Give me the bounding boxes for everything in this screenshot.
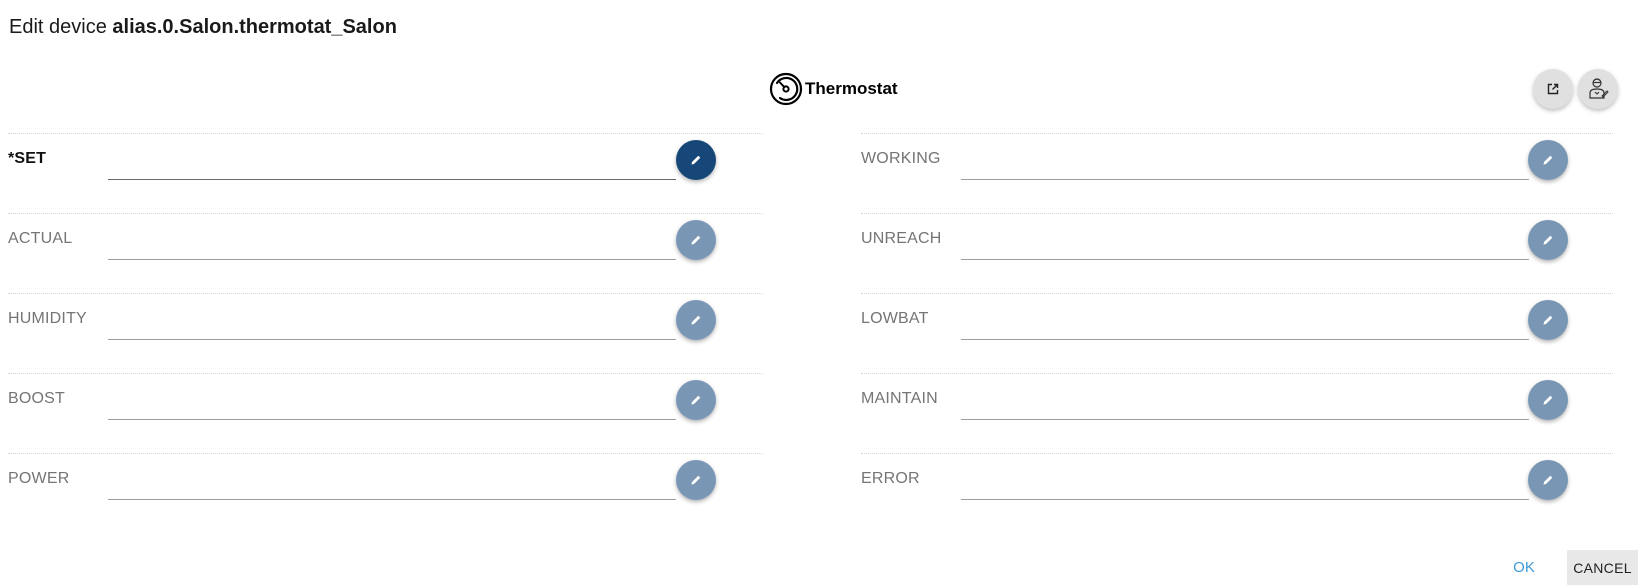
edit-state-set-button[interactable] xyxy=(676,140,716,180)
state-input-set[interactable] xyxy=(108,144,676,180)
pencil-icon xyxy=(1542,474,1554,486)
dialog-title: Edit device alias.0.Salon.thermotat_Salo… xyxy=(9,16,397,39)
state-row-actual: ACTUAL xyxy=(8,213,762,293)
pencil-icon xyxy=(1542,234,1554,246)
state-row-power: POWER xyxy=(8,453,762,533)
edit-state-boost-button[interactable] xyxy=(676,380,716,420)
cancel-button[interactable]: CANCEL xyxy=(1567,550,1638,585)
state-input-maintain[interactable] xyxy=(961,384,1529,420)
state-label-unreach: UNREACH xyxy=(861,230,942,247)
state-label-actual: ACTUAL xyxy=(8,230,73,247)
pencil-icon xyxy=(690,234,702,246)
edit-state-working-button[interactable] xyxy=(1528,140,1568,180)
open-in-new-icon xyxy=(1547,83,1559,95)
state-input-humidity[interactable] xyxy=(108,304,676,340)
edit-state-actual-button[interactable] xyxy=(676,220,716,260)
states-column-left: *SET ACTUAL HUMIDITY BOOST POWER xyxy=(8,133,762,533)
pencil-icon xyxy=(690,314,702,326)
pencil-icon xyxy=(1542,154,1554,166)
dialog-title-prefix: Edit device xyxy=(9,16,113,38)
edit-state-power-button[interactable] xyxy=(676,460,716,500)
state-label-set: *SET xyxy=(8,150,47,167)
thermostat-dial-icon xyxy=(769,72,803,106)
pencil-icon xyxy=(1542,394,1554,406)
state-label-error: ERROR xyxy=(861,470,920,487)
pencil-icon xyxy=(690,154,702,166)
state-input-unreach[interactable] xyxy=(961,224,1529,260)
state-row-humidity: HUMIDITY xyxy=(8,293,762,373)
state-label-humidity: HUMIDITY xyxy=(8,310,87,327)
state-row-unreach: UNREACH xyxy=(861,213,1613,293)
pencil-icon xyxy=(1542,314,1554,326)
ok-button[interactable]: OK xyxy=(1504,550,1544,585)
state-row-boost: BOOST xyxy=(8,373,762,453)
state-input-power[interactable] xyxy=(108,464,676,500)
device-id: alias.0.Salon.thermotat_Salon xyxy=(112,16,397,38)
state-row-working: WORKING xyxy=(861,133,1613,213)
states-column-right: WORKING UNREACH LOWBAT MAINTAIN ERROR xyxy=(861,133,1613,533)
open-in-new-button[interactable] xyxy=(1533,69,1573,109)
edit-state-humidity-button[interactable] xyxy=(676,300,716,340)
expert-mode-button[interactable] xyxy=(1578,69,1618,109)
pencil-icon xyxy=(690,474,702,486)
device-type-label: Thermostat xyxy=(805,79,898,98)
state-label-working: WORKING xyxy=(861,150,941,167)
state-row-error: ERROR xyxy=(861,453,1613,533)
state-row-set: *SET xyxy=(8,133,762,213)
edit-state-maintain-button[interactable] xyxy=(1528,380,1568,420)
state-label-maintain: MAINTAIN xyxy=(861,390,938,407)
state-input-error[interactable] xyxy=(961,464,1529,500)
state-label-power: POWER xyxy=(8,470,70,487)
edit-state-error-button[interactable] xyxy=(1528,460,1568,500)
state-input-boost[interactable] xyxy=(108,384,676,420)
state-label-lowbat: LOWBAT xyxy=(861,310,929,327)
state-row-maintain: MAINTAIN xyxy=(861,373,1613,453)
device-type-header: Thermostat xyxy=(769,72,898,106)
edit-state-lowbat-button[interactable] xyxy=(1528,300,1568,340)
state-input-actual[interactable] xyxy=(108,224,676,260)
state-label-boost: BOOST xyxy=(8,390,66,407)
state-input-lowbat[interactable] xyxy=(961,304,1529,340)
expert-user-icon xyxy=(1587,77,1609,101)
state-row-lowbat: LOWBAT xyxy=(861,293,1613,373)
edit-state-unreach-button[interactable] xyxy=(1528,220,1568,260)
state-input-working[interactable] xyxy=(961,144,1529,180)
pencil-icon xyxy=(690,394,702,406)
